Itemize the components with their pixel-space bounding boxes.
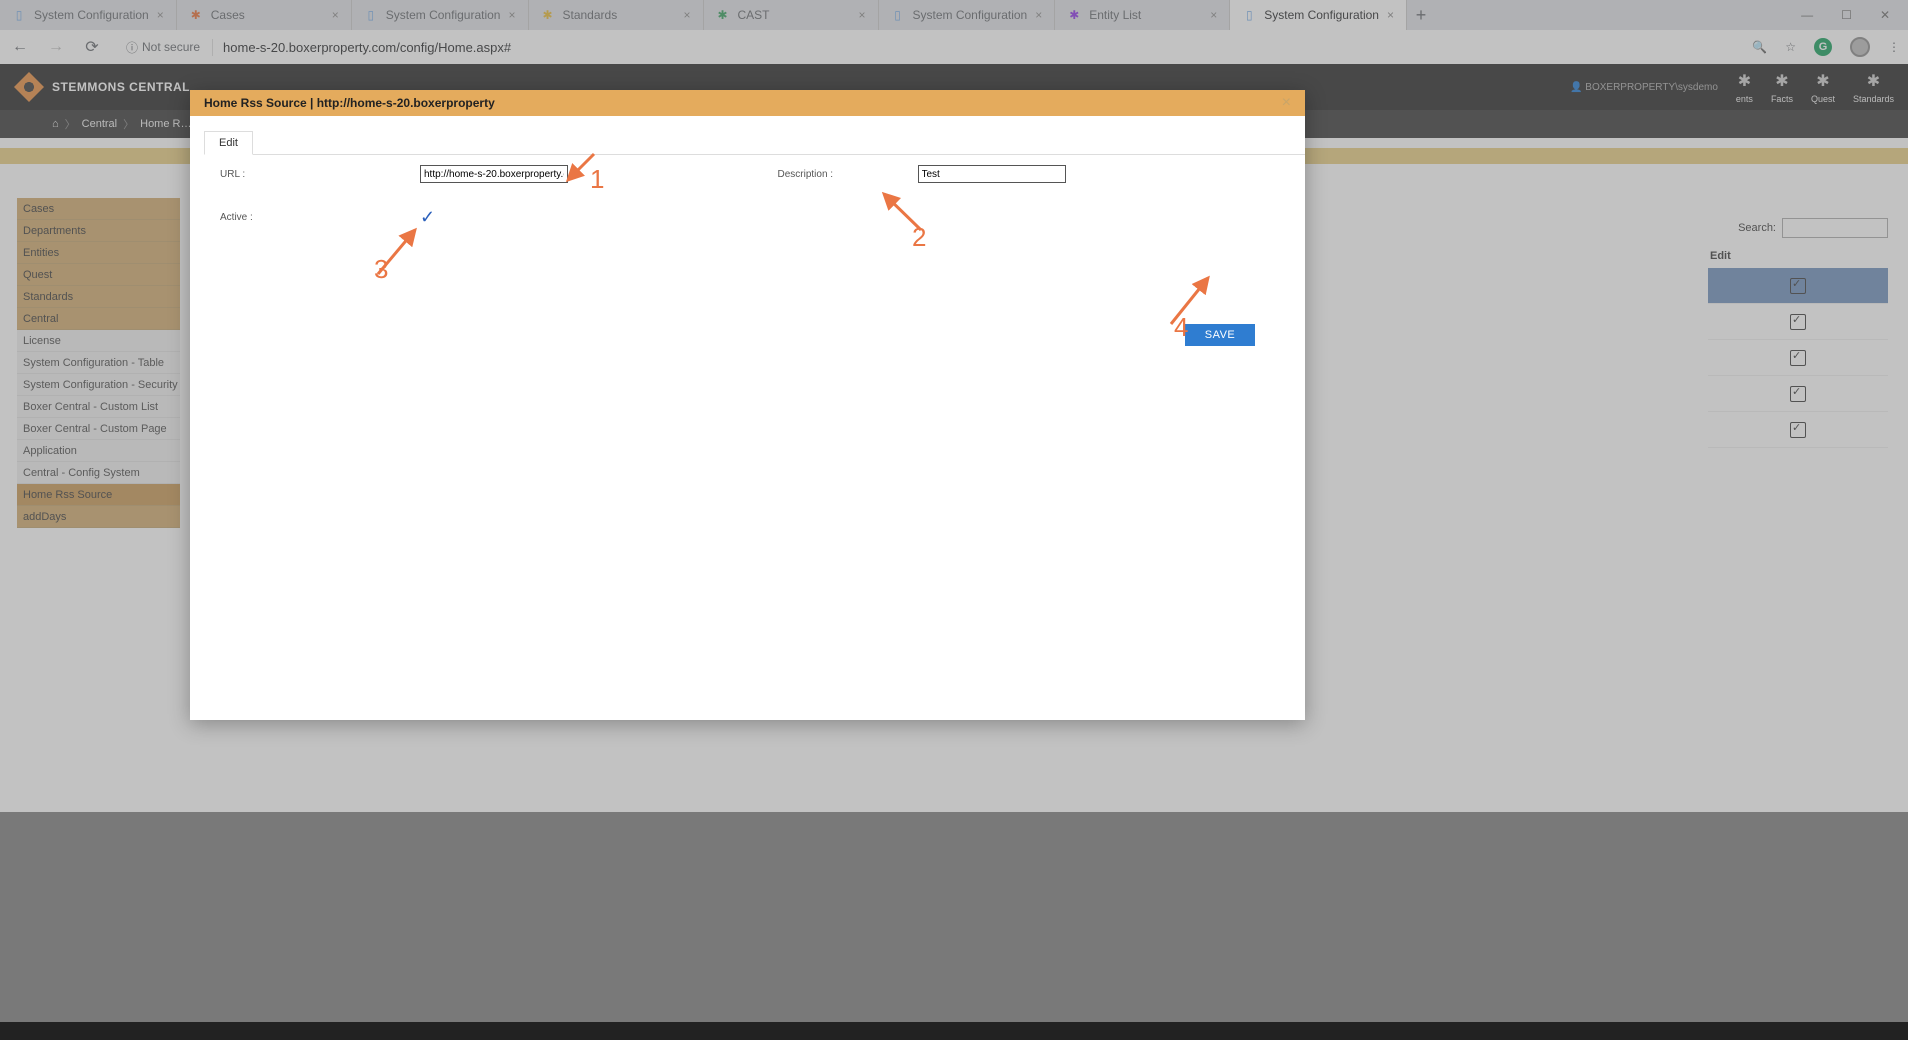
modal-tabs: Edit: [204, 130, 1305, 155]
modal-title: Home Rss Source | http://home-s-20.boxer…: [204, 96, 495, 110]
app-footer: [0, 1022, 1908, 1040]
modal-close-button[interactable]: ×: [1282, 94, 1291, 112]
description-input[interactable]: [918, 165, 1066, 183]
active-checkbox[interactable]: ✓: [420, 207, 435, 228]
annotation-arrows: [190, 90, 1305, 720]
description-label: Description :: [748, 169, 918, 180]
url-label: URL :: [190, 169, 420, 180]
annotation-2: 2: [912, 222, 926, 253]
annotation-3: 3: [374, 254, 388, 285]
save-button[interactable]: SAVE: [1185, 324, 1255, 346]
active-label: Active :: [190, 212, 420, 223]
annotation-1: 1: [590, 164, 604, 195]
tab-edit[interactable]: Edit: [204, 131, 253, 155]
modal-header: Home Rss Source | http://home-s-20.boxer…: [190, 90, 1305, 116]
annotation-4: 4: [1174, 312, 1188, 343]
url-input[interactable]: [420, 165, 568, 183]
modal-dialog: Home Rss Source | http://home-s-20.boxer…: [190, 90, 1305, 720]
